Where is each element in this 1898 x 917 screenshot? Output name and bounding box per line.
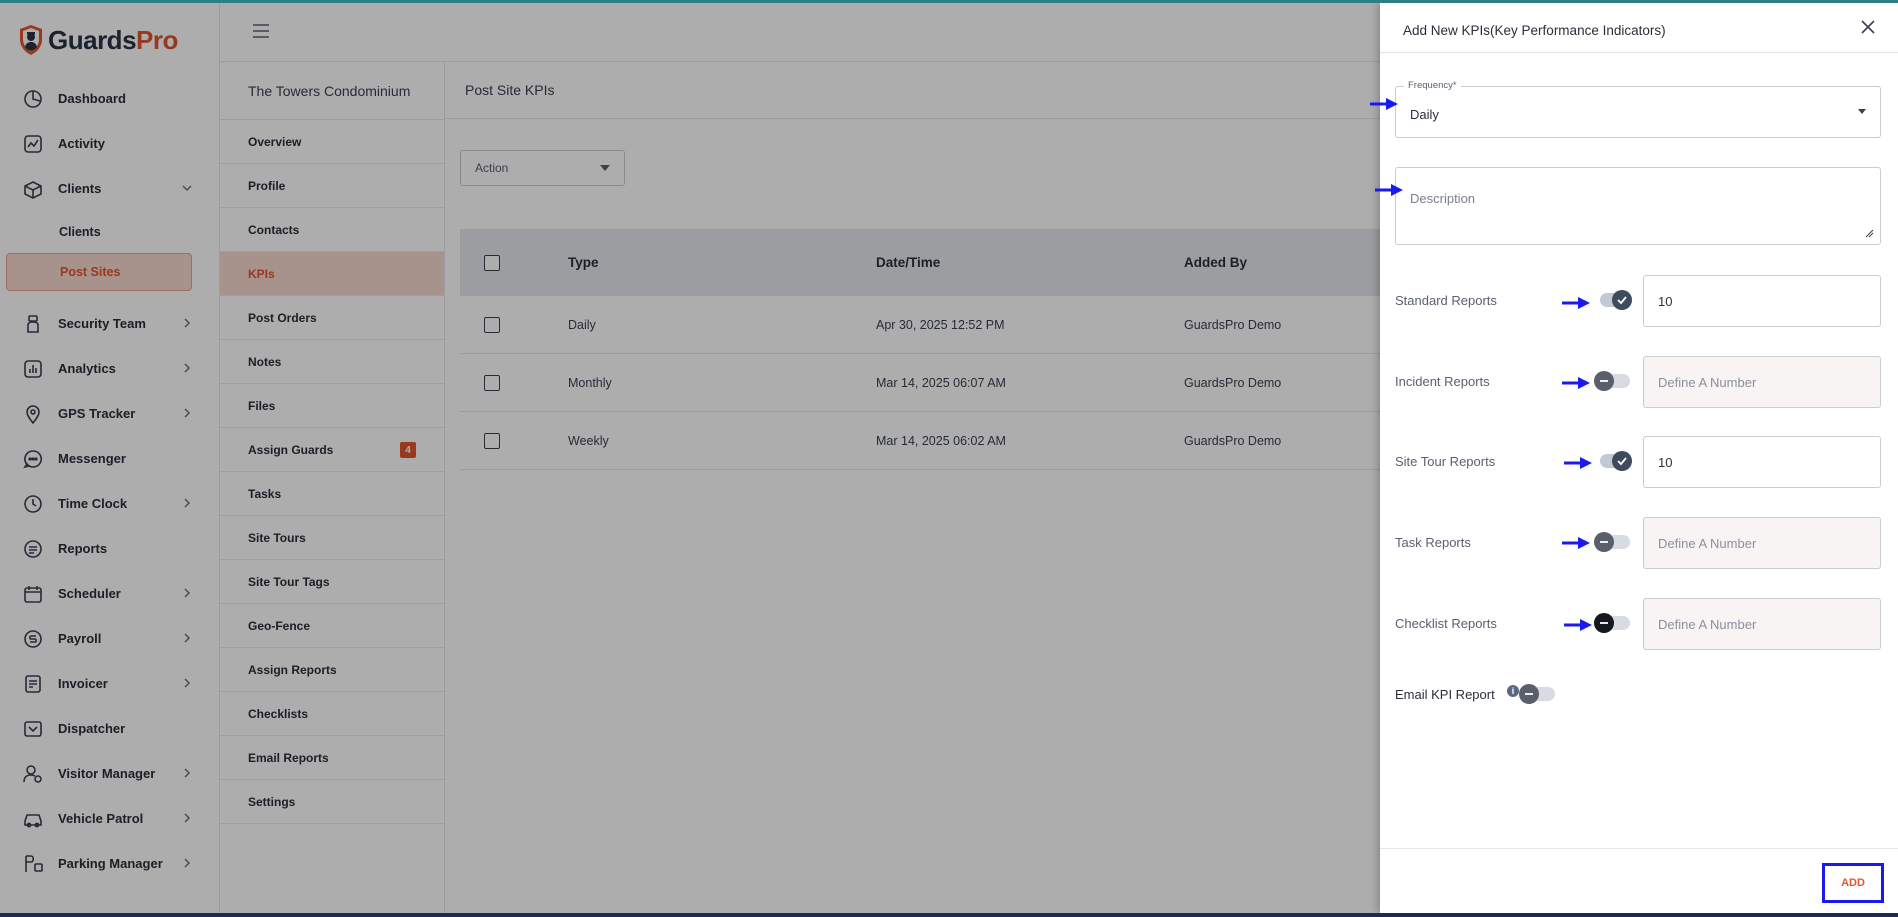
kpi-number-input[interactable]: 10 xyxy=(1643,436,1881,488)
annotation-arrow-icon xyxy=(1564,457,1592,469)
check-icon xyxy=(1612,290,1632,310)
description-field[interactable]: Description xyxy=(1395,167,1881,245)
bottom-edge-line xyxy=(0,913,1898,917)
annotation-arrow-icon xyxy=(1370,98,1398,110)
top-accent-line xyxy=(0,0,1898,3)
minus-icon xyxy=(1594,613,1614,633)
resize-handle-icon[interactable] xyxy=(1865,229,1874,238)
kpi-label: Checklist Reports xyxy=(1395,616,1497,631)
kpi-label: Standard Reports xyxy=(1395,293,1497,308)
description-placeholder: Description xyxy=(1410,191,1476,206)
minus-icon xyxy=(1519,684,1539,704)
email-kpi-toggle[interactable] xyxy=(1519,684,1555,704)
check-icon xyxy=(1612,451,1632,471)
annotation-arrow-icon xyxy=(1375,184,1403,196)
drawer-title: Add New KPIs(Key Performance Indicators) xyxy=(1403,23,1666,38)
annotation-arrow-icon xyxy=(1562,537,1590,549)
kpi-row-task-reports: Task Reports Define A Number xyxy=(1395,517,1881,569)
kpi-toggle[interactable] xyxy=(1594,532,1630,552)
frequency-label: Frequency* xyxy=(1404,80,1461,91)
kpi-row-site-tour-reports: Site Tour Reports 10 xyxy=(1395,436,1881,488)
kpi-toggle[interactable] xyxy=(1594,371,1630,391)
email-kpi-row: Email KPI Report i xyxy=(1395,679,1695,709)
annotation-arrow-icon xyxy=(1562,377,1590,389)
frequency-select[interactable]: Frequency* Daily xyxy=(1395,80,1881,138)
kpi-label: Site Tour Reports xyxy=(1395,454,1496,469)
add-button[interactable]: ADD xyxy=(1822,863,1884,903)
kpi-toggle[interactable] xyxy=(1600,290,1632,310)
drawer-footer-divider xyxy=(1380,848,1898,849)
add-kpi-drawer: Add New KPIs(Key Performance Indicators)… xyxy=(1380,3,1898,913)
kpi-label: Task Reports xyxy=(1395,535,1471,550)
drawer-header: Add New KPIs(Key Performance Indicators) xyxy=(1380,3,1898,53)
kpi-row-incident-reports: Incident Reports Define A Number xyxy=(1395,356,1881,408)
email-kpi-label: Email KPI Report xyxy=(1395,687,1495,702)
kpi-number-input[interactable]: Define A Number xyxy=(1643,356,1881,408)
kpi-row-standard-reports: Standard Reports 10 xyxy=(1395,275,1881,327)
kpi-label: Incident Reports xyxy=(1395,374,1490,389)
kpi-toggle[interactable] xyxy=(1594,613,1630,633)
kpi-toggle[interactable] xyxy=(1600,451,1632,471)
minus-icon xyxy=(1594,371,1614,391)
kpi-row-checklist-reports: Checklist Reports Define A Number xyxy=(1395,598,1881,650)
kpi-number-input[interactable]: 10 xyxy=(1643,275,1881,327)
annotation-arrow-icon xyxy=(1562,297,1590,309)
frequency-value: Daily xyxy=(1410,107,1439,122)
annotation-arrow-icon xyxy=(1564,619,1592,631)
close-icon[interactable] xyxy=(1860,19,1876,35)
caret-down-icon xyxy=(1858,109,1866,114)
kpi-number-input[interactable]: Define A Number xyxy=(1643,517,1881,569)
kpi-number-input[interactable]: Define A Number xyxy=(1643,598,1881,650)
info-icon[interactable]: i xyxy=(1507,685,1519,697)
minus-icon xyxy=(1594,532,1614,552)
